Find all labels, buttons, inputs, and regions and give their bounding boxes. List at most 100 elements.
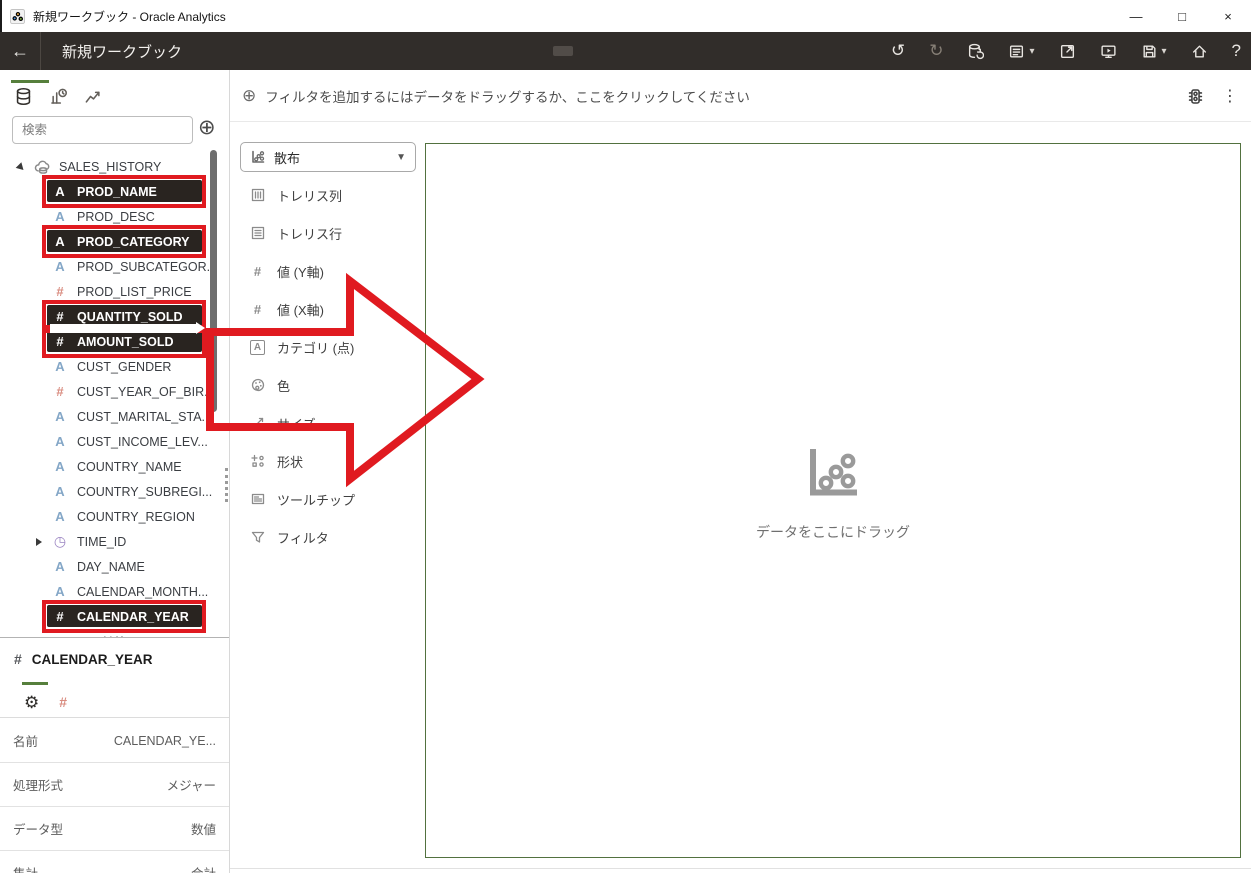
drop-zone[interactable]: 形状 xyxy=(240,442,416,480)
help-icon: ? xyxy=(1232,41,1241,61)
property-row[interactable]: 名前 CALENDAR_YE... xyxy=(0,719,229,763)
text-field-icon: A xyxy=(52,584,68,599)
add-dataset-icon[interactable]: ⊕ xyxy=(198,117,216,138)
header-action-button[interactable]: ? xyxy=(1232,41,1241,61)
drop-zone[interactable]: A カテゴリ (点) xyxy=(240,328,416,366)
field-list-scrollbar[interactable] xyxy=(210,150,217,412)
number-field-icon: # xyxy=(52,309,68,324)
caret-down-icon: ▾ xyxy=(1029,46,1034,57)
field-row[interactable]: A CUST_INCOME_LEV... xyxy=(0,429,230,454)
properties-general-tab[interactable]: ⚙ xyxy=(24,693,39,713)
field-row[interactable]: A CUST_MARITAL_STA... xyxy=(0,404,230,429)
back-button[interactable]: ← xyxy=(0,32,41,70)
field-row[interactable]: マイ計算 xyxy=(0,629,230,637)
search-input[interactable] xyxy=(12,116,193,144)
drop-zone[interactable]: ツールチップ xyxy=(240,480,416,518)
present-icon xyxy=(1100,43,1117,60)
field-row[interactable]: A CALENDAR_MONTH... xyxy=(0,579,230,604)
field-row[interactable]: A COUNTRY_SUBREGI... xyxy=(0,479,230,504)
header-action-button[interactable] xyxy=(1100,43,1117,60)
field-row[interactable]: # PROD_LIST_PRICE xyxy=(0,279,230,304)
properties-number-tab[interactable]: # xyxy=(59,694,67,712)
main-content: ⊕ フィルタを追加するにはデータをドラッグするか、ここをクリックしてください ⋮… xyxy=(230,70,1251,873)
field-row[interactable]: A COUNTRY_NAME xyxy=(0,454,230,479)
property-row[interactable]: 集計 合計 xyxy=(0,851,229,873)
kebab-menu-icon[interactable]: ⋮ xyxy=(1222,86,1238,106)
number-field-icon: # xyxy=(52,384,68,399)
field-row[interactable]: # CALENDAR_YEAR xyxy=(0,604,230,629)
gear-icon: ⚙ xyxy=(24,693,39,712)
property-row[interactable]: 処理形式 メジャー xyxy=(0,763,229,807)
field-row[interactable]: A CUST_GENDER xyxy=(0,354,230,379)
drop-zone[interactable]: フィルタ xyxy=(240,518,416,556)
open-window-icon xyxy=(1059,43,1076,60)
field-row[interactable]: # QUANTITY_SOLD xyxy=(0,304,230,329)
scatter-chart-icon xyxy=(250,149,266,165)
field-row[interactable]: A COUNTRY_REGION xyxy=(0,504,230,529)
panel-resize-handle[interactable] xyxy=(225,468,228,502)
number-field-icon: # xyxy=(59,694,67,710)
home-icon xyxy=(1191,43,1208,60)
expanded-caret-icon[interactable] xyxy=(16,162,27,173)
close-button[interactable]: × xyxy=(1205,0,1251,32)
property-row[interactable]: データ型 数値 xyxy=(0,807,229,851)
drop-zone[interactable]: トレリス行 xyxy=(240,214,416,252)
drop-zone[interactable]: # 値 (Y軸) xyxy=(240,252,416,290)
header-tab[interactable] xyxy=(553,46,573,56)
text-field-icon: A xyxy=(52,509,68,524)
minimize-button[interactable]: — xyxy=(1113,0,1159,32)
text-field-icon: A xyxy=(52,209,68,224)
caret-down-icon: ▾ xyxy=(1162,46,1167,57)
field-row[interactable]: A PROD_NAME xyxy=(0,179,230,204)
time-field-icon: ◷ xyxy=(52,533,68,550)
text-field-icon: A xyxy=(52,234,68,249)
drop-zone[interactable]: トレリス列 xyxy=(240,176,416,214)
canvas-settings-icon[interactable] xyxy=(1186,87,1205,106)
panel-tab[interactable] xyxy=(14,87,33,106)
notes-icon xyxy=(1008,43,1025,60)
header-action-button[interactable]: ↺ xyxy=(891,41,905,61)
field-row[interactable]: A DAY_NAME xyxy=(0,554,230,579)
add-filter-icon[interactable]: ⊕ xyxy=(242,87,256,104)
filter-bar[interactable]: ⊕ フィルタを追加するにはデータをドラッグするか、ここをクリックしてください ⋮ xyxy=(230,70,1251,122)
field-row[interactable]: A PROD_DESC xyxy=(0,204,230,229)
drop-zone[interactable]: サイズ xyxy=(240,404,416,442)
panel-tab[interactable] xyxy=(49,87,68,106)
field-row[interactable]: A PROD_CATEGORY xyxy=(0,229,230,254)
filter-icon xyxy=(249,529,266,545)
header-action-button[interactable] xyxy=(967,43,984,60)
field-row[interactable]: # AMOUNT_SOLD xyxy=(0,329,230,354)
header-action-button[interactable]: ↻ xyxy=(929,41,943,61)
hash-icon: # xyxy=(249,302,266,317)
shape-icon xyxy=(249,453,266,469)
header-action-button[interactable]: ▾ xyxy=(1008,43,1034,60)
data-field-tree: SALES_HISTORY A PROD_NAME A PROD_DESC A … xyxy=(0,155,230,637)
field-row[interactable]: ◷ TIME_ID xyxy=(0,529,230,554)
field-row[interactable]: # CUST_YEAR_OF_BIR... xyxy=(0,379,230,404)
chart-type-select[interactable]: 散布 ▼ xyxy=(240,142,416,172)
app-header: ← 新規ワークブック ↺↻▾▾? xyxy=(0,32,1251,70)
text-field-icon: A xyxy=(52,559,68,574)
field-row[interactable]: A PROD_SUBCATEGOR... xyxy=(0,254,230,279)
collapsed-caret-icon[interactable] xyxy=(36,538,42,546)
size-icon xyxy=(249,415,266,431)
header-action-button[interactable] xyxy=(1191,43,1208,60)
header-action-button[interactable] xyxy=(1059,43,1076,60)
redo-icon: ↻ xyxy=(929,41,943,61)
number-field-icon: # xyxy=(52,284,68,299)
property-rows: 名前 CALENDAR_YE... 処理形式 メジャー データ型 数値 集計 合… xyxy=(0,719,229,873)
trellis-rows-icon xyxy=(249,225,266,241)
chart-type-label: 散布 xyxy=(274,148,300,167)
header-action-button[interactable]: ▾ xyxy=(1141,43,1167,60)
dataset-row[interactable]: SALES_HISTORY xyxy=(0,155,230,179)
panel-tab[interactable] xyxy=(84,87,103,106)
drop-zone[interactable]: # 値 (X軸) xyxy=(240,290,416,328)
undo-icon: ↺ xyxy=(891,41,905,61)
text-field-icon: A xyxy=(52,259,68,274)
drop-zone[interactable]: 色 xyxy=(240,366,416,404)
maximize-button[interactable]: □ xyxy=(1159,0,1205,32)
data-panel-icon xyxy=(14,87,33,106)
text-field-icon: A xyxy=(52,484,68,499)
visualization-canvas[interactable]: データをここにドラッグ xyxy=(425,143,1241,858)
app-icon xyxy=(10,9,25,24)
